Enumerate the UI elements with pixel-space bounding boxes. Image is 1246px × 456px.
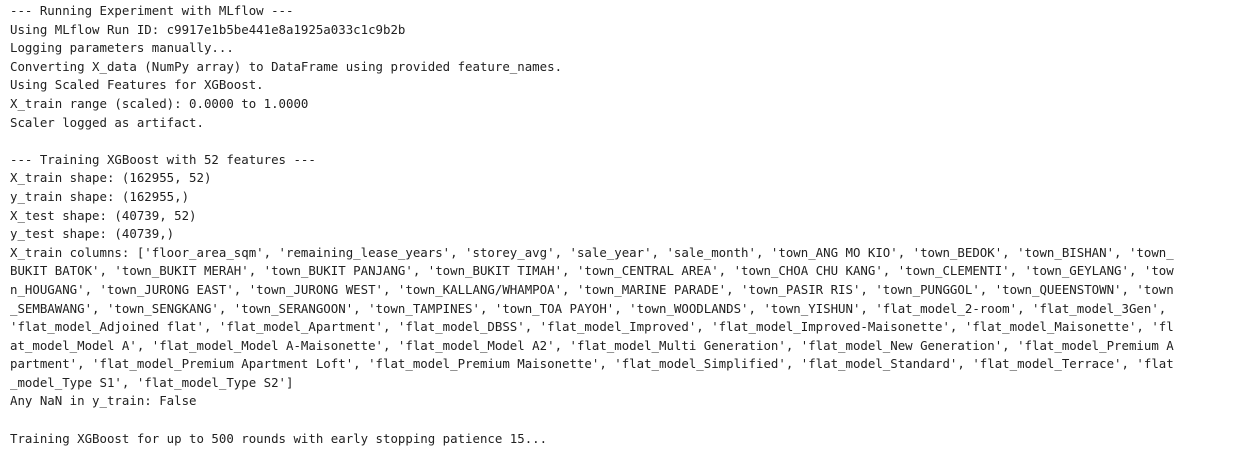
output-line-converting: Converting X_data (NumPy array) to DataF… <box>10 58 563 74</box>
output-line-columns-5: 'flat_model_Adjoined flat', 'flat_model_… <box>10 319 1174 335</box>
output-line-training-header: --- Training XGBoost with 52 features --… <box>10 151 316 167</box>
output-line-columns-4: _SEMBAWANG', 'town_SENGKANG', 'town_SERA… <box>10 300 1167 316</box>
output-line-y-test-shape: y_test shape: (40739,) <box>10 226 175 242</box>
output-line-scaled-features: Using Scaled Features for XGBoost. <box>10 77 264 93</box>
output-line-x-test-shape: X_test shape: (40739, 52) <box>10 207 197 223</box>
output-line-run-id: Using MLflow Run ID: c9917e1b5be441e8a19… <box>10 21 406 37</box>
output-line-run-header: --- Running Experiment with MLflow --- <box>10 3 294 18</box>
output-line-blank <box>10 411 1240 430</box>
output-line-columns-6: at_model_Model A', 'flat_model_Model A-M… <box>10 337 1174 353</box>
output-line-columns-7: partment', 'flat_model_Premium Apartment… <box>10 356 1174 372</box>
output-line-columns-2: BUKIT BATOK', 'town_BUKIT MERAH', 'town_… <box>10 263 1174 279</box>
output-line-columns-1: X_train columns: ['floor_area_sqm', 'rem… <box>10 244 1174 260</box>
output-line-columns-3: n_HOUGANG', 'town_JURONG EAST', 'town_JU… <box>10 281 1174 297</box>
output-line-training-status: Training XGBoost for up to 500 rounds wi… <box>10 430 548 446</box>
output-line-columns-8: _model_Type S1', 'flat_model_Type S2'] <box>10 374 294 390</box>
output-line-y-train-shape: y_train shape: (162955,) <box>10 188 190 204</box>
output-line-nan-check: Any NaN in y_train: False <box>10 393 197 409</box>
output-line-blank <box>10 132 1240 151</box>
output-line-scaler-logged: Scaler logged as artifact. <box>10 114 204 130</box>
output-line-train-range: X_train range (scaled): 0.0000 to 1.0000 <box>10 95 309 111</box>
output-line-logging-params: Logging parameters manually... <box>10 40 234 56</box>
cell-output-area: --- Running Experiment with MLflow --- U… <box>10 2 1240 448</box>
output-line-x-train-shape: X_train shape: (162955, 52) <box>10 170 212 186</box>
